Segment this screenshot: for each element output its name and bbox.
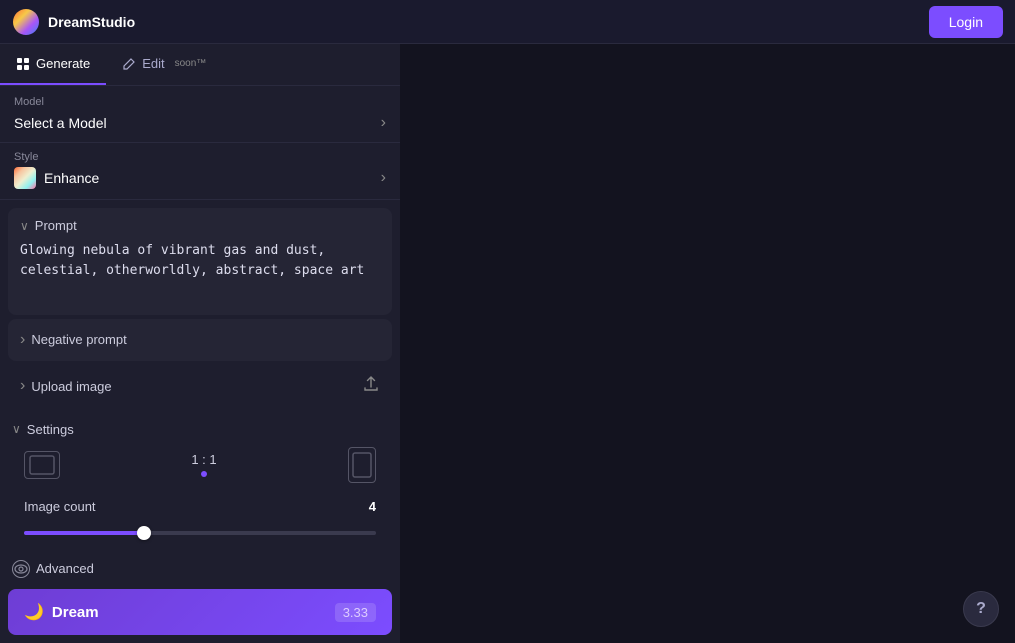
style-section: Style Enhance › — [0, 143, 400, 200]
logo-text: DreamStudio — [48, 14, 135, 30]
prompt-textarea[interactable]: Glowing nebula of vibrant gas and dust, … — [20, 241, 380, 300]
help-button[interactable]: ? — [963, 591, 999, 627]
image-count-value: 4 — [369, 499, 376, 514]
model-section: Model Select a Model › — [0, 86, 400, 143]
tab-bar: Generate Edit soon™ — [0, 44, 400, 86]
style-selector[interactable]: Enhance › — [14, 167, 386, 189]
aspect-ratio-dot — [201, 471, 207, 477]
upload-arrow-icon — [362, 375, 380, 398]
prompt-header[interactable]: ∨ Prompt — [20, 218, 380, 233]
dream-button[interactable]: 🌙 Dream 3.33 — [8, 589, 392, 635]
negative-prompt-section[interactable]: › Negative prompt — [8, 319, 392, 361]
dream-cost: 3.33 — [335, 603, 376, 622]
upload-image-section[interactable]: › Upload image — [8, 365, 392, 408]
prompt-label: Prompt — [35, 218, 77, 233]
upload-left: › Upload image — [20, 377, 112, 395]
settings-section: ∨ Settings 1 : 1 — [8, 412, 392, 552]
settings-label: Settings — [27, 422, 74, 437]
dream-label: Dream — [52, 604, 99, 621]
upload-image-label: Upload image — [31, 379, 111, 394]
logo: DreamStudio — [12, 8, 135, 36]
model-chevron-right-icon: › — [381, 114, 386, 132]
style-label: Style — [14, 151, 386, 163]
upload-chevron-icon: › — [20, 377, 25, 395]
aspect-ratio-landscape-button[interactable] — [24, 451, 60, 479]
negative-prompt-label: Negative prompt — [31, 332, 126, 347]
edit-icon — [122, 57, 136, 71]
image-count-slider[interactable] — [24, 531, 376, 535]
dream-button-left: 🌙 Dream — [24, 602, 99, 622]
sidebar-content: Model Select a Model › Style Enhance › ∨… — [0, 86, 400, 586]
dream-button-container: 🌙 Dream 3.33 — [0, 581, 400, 643]
style-selector-left: Enhance — [14, 167, 99, 189]
model-selector[interactable]: Select a Model › — [14, 112, 386, 134]
model-selector-text: Select a Model — [14, 115, 107, 131]
tab-edit-label: Edit — [142, 56, 164, 71]
style-value: Enhance — [44, 170, 99, 186]
negative-prompt-chevron-icon: › — [20, 331, 25, 349]
prompt-chevron-down-icon: ∨ — [20, 219, 29, 233]
main-content: ? — [400, 44, 1015, 643]
prompt-section: ∨ Prompt Glowing nebula of vibrant gas a… — [8, 208, 392, 315]
aspect-ratio-container: 1 : 1 — [191, 452, 216, 477]
image-count-header: Image count 4 — [24, 499, 376, 514]
style-chevron-right-icon: › — [381, 169, 386, 187]
image-count-section: Image count 4 — [12, 491, 388, 544]
tab-generate-label: Generate — [36, 56, 90, 71]
aspect-ratio-section: 1 : 1 — [12, 439, 388, 491]
logo-icon — [12, 8, 40, 36]
sidebar: Generate Edit soon™ Model Select a Model… — [0, 44, 400, 643]
image-count-label: Image count — [24, 499, 96, 514]
login-button[interactable]: Login — [929, 6, 1003, 38]
tab-edit[interactable]: Edit soon™ — [106, 44, 222, 85]
aspect-ratio-display: 1 : 1 — [60, 452, 348, 477]
aspect-ratio-value: 1 : 1 — [191, 452, 216, 467]
tab-edit-soon: soon™ — [175, 58, 207, 69]
generate-icon — [16, 57, 30, 71]
aspect-ratio-portrait-button[interactable] — [348, 447, 376, 483]
tab-generate[interactable]: Generate — [0, 44, 106, 85]
settings-header[interactable]: ∨ Settings — [12, 420, 388, 439]
style-icon — [14, 167, 36, 189]
header: DreamStudio Login — [0, 0, 1015, 44]
advanced-eye-icon — [12, 560, 30, 578]
dream-moon-icon: 🌙 — [24, 602, 44, 622]
model-label: Model — [14, 96, 386, 108]
settings-chevron-down-icon: ∨ — [12, 422, 21, 436]
advanced-label: Advanced — [36, 561, 94, 576]
